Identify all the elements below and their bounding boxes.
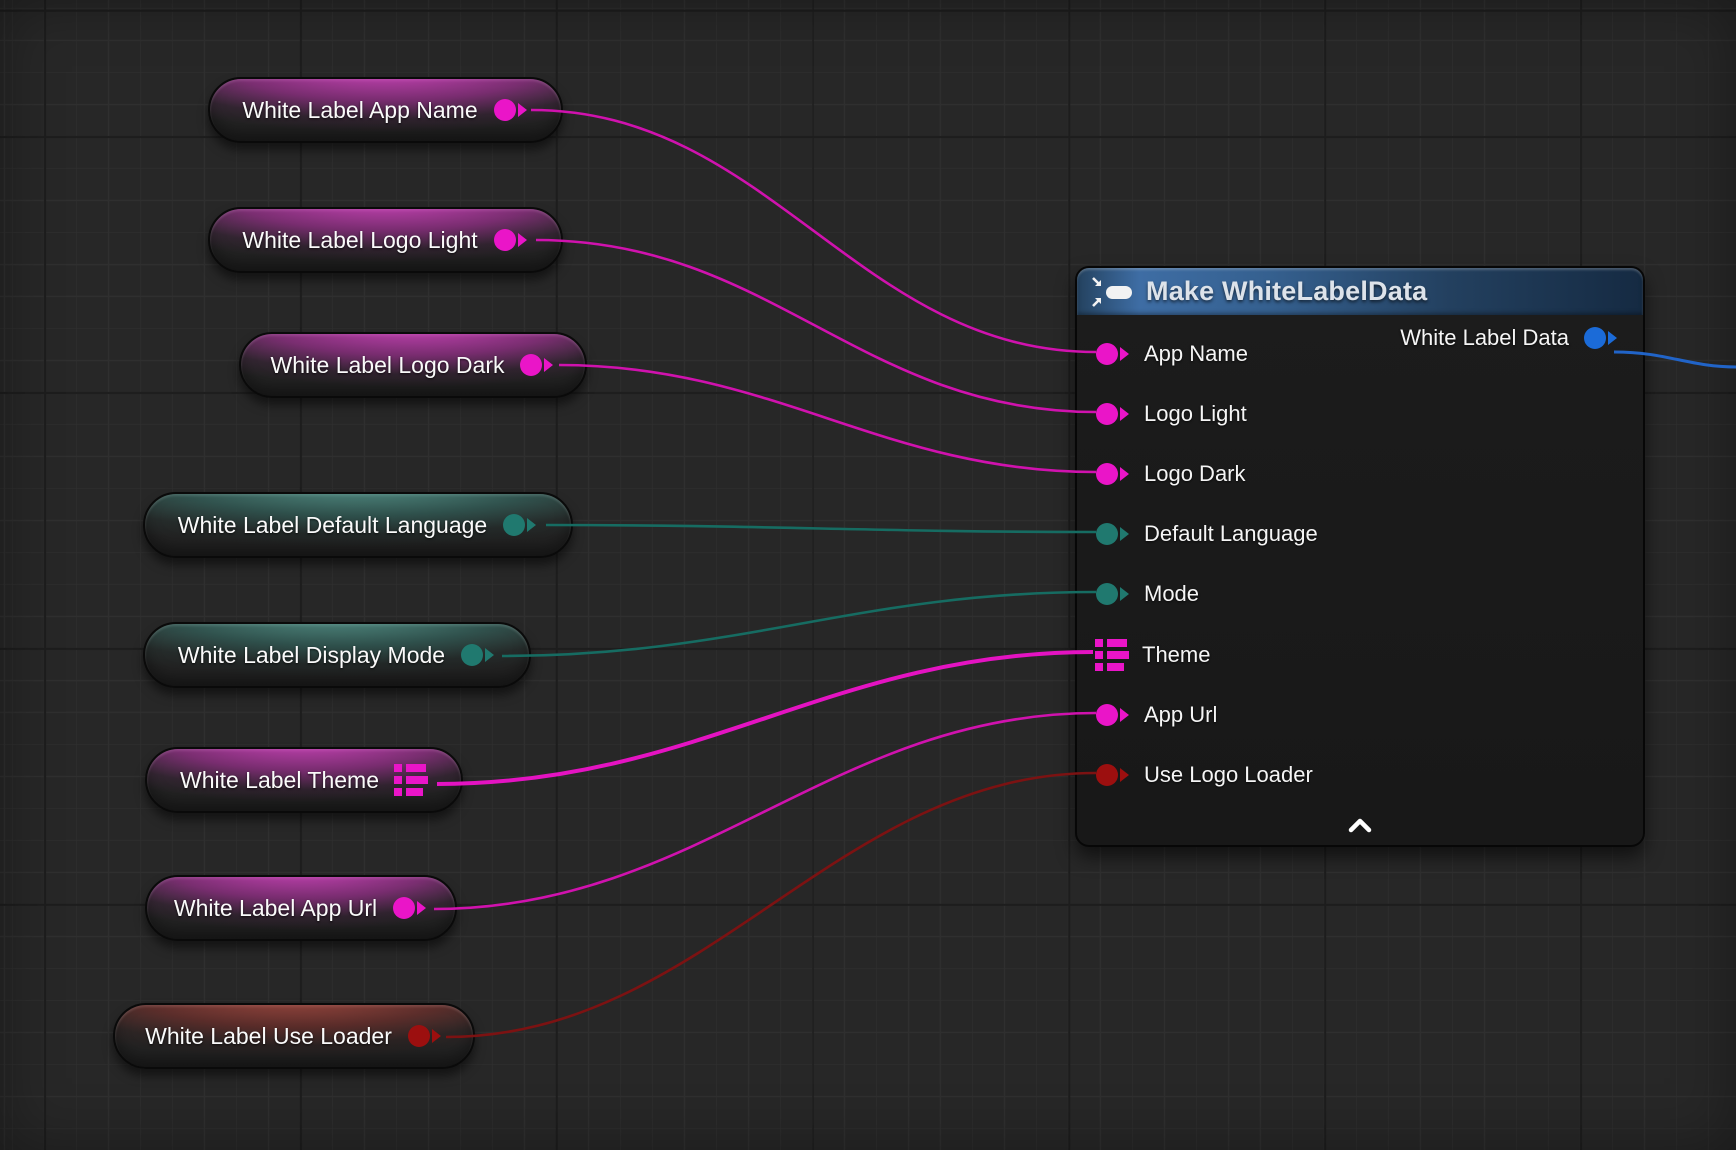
input-pin-row-use-logo-loader[interactable]: Use Logo Loader	[1095, 758, 1313, 792]
input-pin-row-app-name[interactable]: App Name	[1095, 337, 1248, 371]
pin-label: Logo Dark	[1144, 461, 1246, 487]
output-pin-row-white-label-data[interactable]: White Label Data	[1400, 321, 1619, 355]
pin-label: Use Logo Loader	[1144, 762, 1313, 788]
input-pin-row-theme[interactable]: Theme	[1095, 638, 1210, 672]
pin-label: Default Language	[1144, 521, 1318, 547]
pin-label: App Name	[1144, 341, 1248, 367]
input-pin-row-logo-dark[interactable]: Logo Dark	[1095, 457, 1246, 491]
wire-display-mode[interactable]	[502, 592, 1096, 656]
pin-label: App Url	[1144, 702, 1217, 728]
getter-node-use-loader[interactable]: White Label Use Loader	[113, 1003, 475, 1069]
getter-node-app-url[interactable]: White Label App Url	[145, 875, 457, 941]
pin-label: White Label Data	[1400, 325, 1569, 351]
struct-output-pin-blue[interactable]	[1583, 325, 1619, 351]
string-output-pin[interactable]	[493, 97, 529, 123]
getter-node-logo-light[interactable]: White Label Logo Light	[208, 207, 563, 273]
string-output-pin[interactable]	[519, 352, 555, 378]
wire-app-url[interactable]	[434, 713, 1096, 909]
getter-node-theme[interactable]: White Label Theme	[145, 747, 463, 813]
string-output-pin[interactable]	[392, 895, 428, 921]
pin-label: Theme	[1142, 642, 1210, 668]
node-label: White Label App Url	[174, 895, 377, 922]
wire-theme[interactable]	[437, 652, 1093, 784]
chevron-up-icon	[1344, 816, 1376, 836]
string-input-pin[interactable]	[1095, 341, 1131, 367]
getter-node-logo-dark[interactable]: White Label Logo Dark	[239, 332, 587, 398]
bool-input-pin[interactable]	[1095, 762, 1131, 788]
node-label: White Label Logo Dark	[271, 352, 505, 379]
enum-input-pin[interactable]	[1095, 581, 1131, 607]
pin-label: Mode	[1144, 581, 1199, 607]
wire-use-loader[interactable]	[446, 773, 1096, 1037]
input-pin-row-default-language[interactable]: Default Language	[1095, 517, 1318, 551]
input-pin-row-mode[interactable]: Mode	[1095, 577, 1199, 611]
struct-input-pin[interactable]	[1095, 639, 1129, 671]
enum-output-pin[interactable]	[460, 642, 496, 668]
make-whitelabeldata-node[interactable]: Make WhiteLabelData App Name Logo Light …	[1075, 266, 1645, 847]
string-input-pin[interactable]	[1095, 461, 1131, 487]
enum-output-pin[interactable]	[502, 512, 538, 538]
node-label: White Label Default Language	[178, 512, 487, 539]
getter-node-display-mode[interactable]: White Label Display Mode	[143, 622, 531, 688]
make-struct-icon	[1090, 275, 1134, 309]
struct-output-pin[interactable]	[394, 764, 428, 796]
node-title: Make WhiteLabelData	[1146, 276, 1427, 307]
node-label: White Label Logo Light	[242, 227, 477, 254]
collapse-node-button[interactable]	[1340, 813, 1380, 839]
node-label: White Label App Name	[242, 97, 477, 124]
bool-output-pin[interactable]	[407, 1023, 443, 1049]
getter-node-default-language[interactable]: White Label Default Language	[143, 492, 573, 558]
node-label: White Label Display Mode	[178, 642, 445, 669]
string-input-pin[interactable]	[1095, 702, 1131, 728]
wire-app-name[interactable]	[531, 110, 1096, 352]
input-pin-row-app-url[interactable]: App Url	[1095, 698, 1217, 732]
pin-label: Logo Light	[1144, 401, 1247, 427]
getter-node-app-name[interactable]: White Label App Name	[208, 77, 563, 143]
input-pin-row-logo-light[interactable]: Logo Light	[1095, 397, 1247, 431]
node-header[interactable]: Make WhiteLabelData	[1077, 268, 1643, 315]
node-label: White Label Use Loader	[145, 1023, 392, 1050]
node-label: White Label Theme	[180, 767, 379, 794]
string-input-pin[interactable]	[1095, 401, 1131, 427]
wire-default-language[interactable]	[546, 525, 1096, 532]
blueprint-graph-canvas[interactable]: White Label App Name White Label Logo Li…	[0, 0, 1736, 1150]
enum-input-pin[interactable]	[1095, 521, 1131, 547]
wire-logo-light[interactable]	[536, 240, 1096, 412]
string-output-pin[interactable]	[493, 227, 529, 253]
wire-logo-dark[interactable]	[559, 365, 1096, 472]
